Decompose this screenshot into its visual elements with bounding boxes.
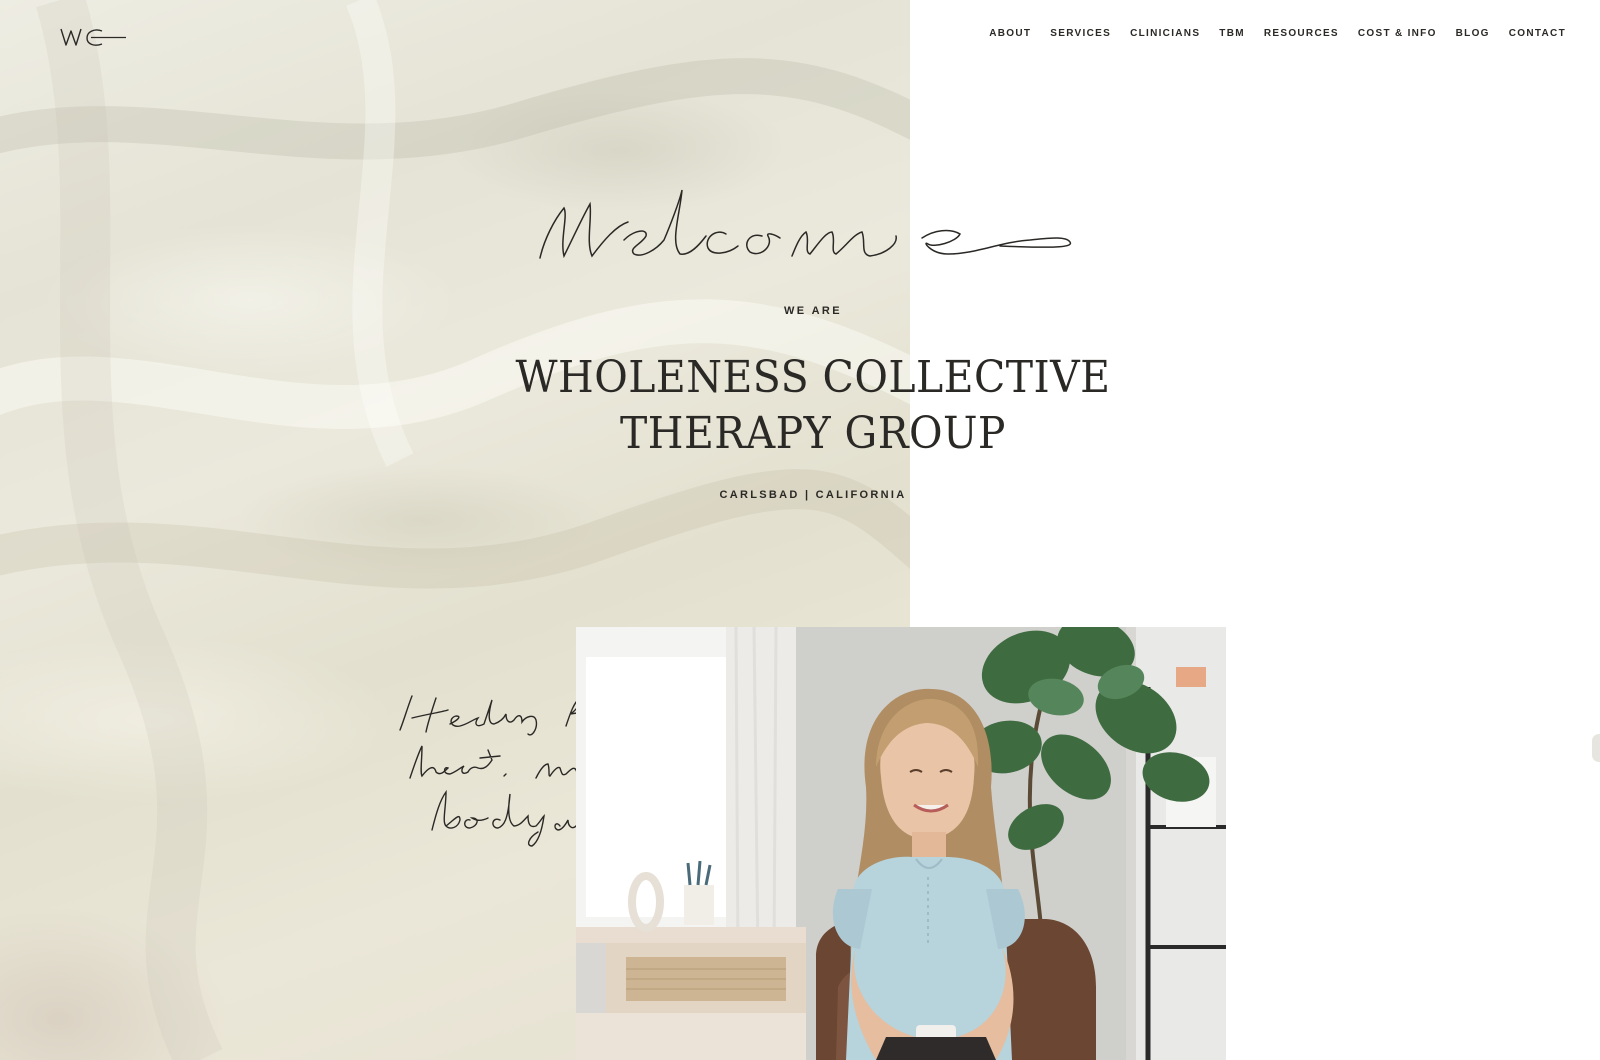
page-title: WHOLENESS COLLECTIVE THERAPY GROUP — [57, 350, 1569, 462]
nav-resources[interactable]: RESOURCES — [1264, 28, 1339, 39]
page-title-line-1: WHOLENESS COLLECTIVE — [515, 352, 1111, 403]
nav-cost-info[interactable]: COST & INFO — [1358, 28, 1437, 39]
wholeness-collective-monogram-icon — [60, 28, 126, 46]
main-nav: ABOUT SERVICES CLINICIANS TBM RESOURCES … — [989, 28, 1566, 39]
nav-contact[interactable]: CONTACT — [1509, 28, 1566, 39]
page-title-line-2: THERAPY GROUP — [620, 408, 1006, 459]
hero-location: CARLSBAD | CALIFORNIA — [719, 489, 907, 501]
welcome-script-heading — [530, 170, 1090, 280]
therapist-portrait-photo — [576, 627, 1226, 1060]
nav-blog[interactable]: BLOG — [1456, 28, 1490, 39]
nav-clinicians[interactable]: CLINICIANS — [1130, 28, 1200, 39]
nav-about[interactable]: ABOUT — [989, 28, 1031, 39]
nav-services[interactable]: SERVICES — [1050, 28, 1111, 39]
logo[interactable] — [60, 20, 130, 50]
side-scroll-indicator[interactable] — [1592, 734, 1600, 762]
nav-tbm[interactable]: TBM — [1219, 28, 1245, 39]
hero-eyebrow: WE ARE — [784, 305, 842, 317]
